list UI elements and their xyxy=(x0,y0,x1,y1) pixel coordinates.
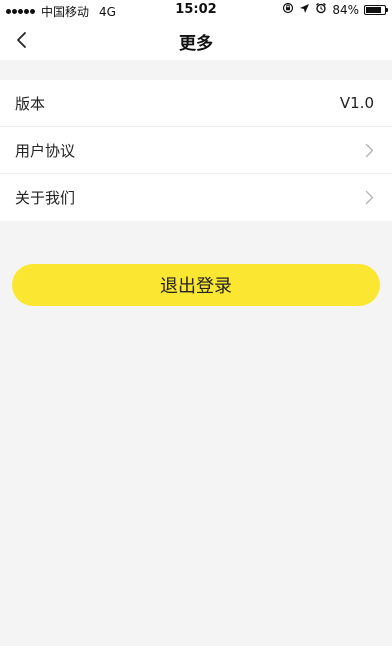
chevron-right-icon xyxy=(365,190,374,205)
status-bar: 中国移动 4G 15:02 84% xyxy=(0,0,392,20)
battery-fill xyxy=(366,6,381,13)
status-right: 84% xyxy=(282,2,388,17)
location-arrow-icon xyxy=(299,3,310,17)
page-title: 更多 xyxy=(179,34,213,54)
rotation-lock-icon xyxy=(282,2,294,17)
about-us-label: 关于我们 xyxy=(15,189,76,207)
list-item-version: 版本 V1.0 xyxy=(0,80,392,127)
version-value: V1.0 xyxy=(339,94,374,112)
chevron-right-icon xyxy=(365,143,374,158)
list-item-user-agreement[interactable]: 用户协议 xyxy=(0,127,392,174)
version-label: 版本 xyxy=(15,94,46,113)
list-item-about-us[interactable]: 关于我们 xyxy=(0,174,392,221)
battery-percent: 84% xyxy=(332,2,359,17)
battery-icon xyxy=(364,4,388,15)
logout-button[interactable]: 退出登录 xyxy=(12,264,380,306)
settings-list: 版本 V1.0 用户协议 关于我们 xyxy=(0,80,392,221)
user-agreement-label: 用户协议 xyxy=(15,141,76,160)
nav-bar: 更多 xyxy=(0,20,392,60)
alarm-icon xyxy=(315,2,327,17)
